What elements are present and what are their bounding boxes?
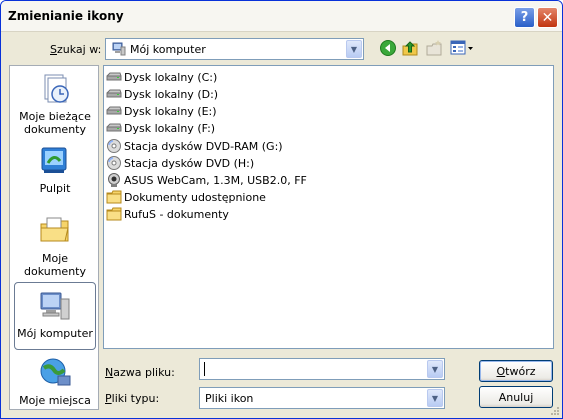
view-menu-icon[interactable]	[450, 39, 474, 57]
filename-label: Nazwa pliku:	[105, 366, 175, 379]
network-places-icon	[40, 358, 71, 386]
desktop-icon	[41, 147, 67, 173]
place-desktop[interactable]: Pulpit	[14, 144, 96, 195]
filename-input[interactable]: ▼	[199, 358, 445, 380]
resize-grip-icon[interactable]	[549, 405, 559, 415]
hard-drive-icon	[106, 88, 124, 100]
file-list-item[interactable]: Dokumenty udostępnione	[106, 189, 266, 205]
recent-documents-icon	[44, 74, 69, 103]
title-bar[interactable]: Zmienianie ikony ? ✕	[1, 1, 562, 32]
filetype-dropdown-button[interactable]: ▼	[427, 389, 443, 407]
filetype-label: Pliki typu:	[105, 392, 160, 405]
place-label: Moje dokumenty	[24, 252, 86, 278]
open-button[interactable]: Otwórz	[479, 360, 553, 382]
filetype-value: Pliki ikon	[205, 392, 254, 405]
back-icon[interactable]	[379, 39, 397, 57]
lookin-combobox[interactable]: Mój komputer ▼	[105, 38, 364, 60]
file-list-item-label: Stacja dysków DVD (H:)	[124, 156, 255, 170]
file-list-item[interactable]: RufuS - dokumenty	[106, 206, 229, 222]
place-label: Moje miejsca	[19, 394, 91, 407]
folder-icon	[106, 207, 124, 221]
file-list-item-label: Dysk lokalny (C:)	[124, 70, 218, 84]
help-icon: ?	[520, 10, 529, 25]
file-list-item[interactable]: Dysk lokalny (E:)	[106, 103, 217, 119]
chevron-down-icon: ▼	[431, 393, 439, 403]
window-title: Zmienianie ikony	[8, 9, 124, 23]
folder-icon	[106, 190, 124, 204]
place-my-documents[interactable]: Moje dokumenty	[14, 214, 96, 278]
my-computer-icon	[40, 292, 70, 320]
my-documents-icon	[40, 217, 69, 242]
place-label: Mój komputer	[17, 327, 93, 340]
text-cursor	[204, 362, 205, 376]
file-list-item-label: ASUS WebCam, 1.3M, USB2.0, FF	[124, 173, 307, 187]
file-list-item-label: Dokumenty udostępnione	[124, 190, 266, 204]
file-list-item-label: RufuS - dokumenty	[124, 207, 229, 221]
filename-dropdown-button[interactable]: ▼	[427, 360, 443, 378]
lookin-value: Mój komputer	[130, 43, 206, 56]
file-list-item-label: Stacja dysków DVD-RAM (G:)	[124, 139, 283, 153]
hard-drive-icon	[106, 71, 124, 83]
place-recent-documents[interactable]: Moje bieżące dokumenty	[14, 72, 96, 136]
file-list-item[interactable]: Stacja dysków DVD-RAM (G:)	[106, 138, 283, 154]
file-list-item[interactable]: Dysk lokalny (F:)	[106, 120, 215, 136]
place-my-computer[interactable]: Mój komputer	[14, 282, 96, 350]
cancel-button[interactable]: Anuluj	[479, 386, 553, 408]
filetype-select[interactable]: Pliki ikon ▼	[199, 387, 445, 409]
hard-drive-icon	[106, 122, 124, 134]
close-icon: ✕	[541, 9, 554, 26]
file-list-item[interactable]: Dysk lokalny (C:)	[106, 69, 217, 85]
place-network[interactable]: Moje miejsca	[14, 356, 96, 407]
up-folder-icon[interactable]	[401, 39, 419, 57]
close-button[interactable]: ✕	[537, 7, 558, 28]
file-list-item-label: Dysk lokalny (E:)	[124, 104, 217, 118]
file-list-item-label: Dysk lokalny (D:)	[124, 87, 219, 101]
new-folder-icon[interactable]	[425, 39, 443, 57]
dialog-window: Zmienianie ikony ? ✕ Szukaj w: Mój kompu…	[0, 0, 563, 419]
places-bar: Moje bieżące dokumenty Pulpit Moje dokum…	[9, 65, 99, 410]
lookin-dropdown-button[interactable]: ▼	[346, 40, 362, 58]
place-label: Moje bieżące dokumenty	[19, 110, 91, 136]
place-label: Pulpit	[39, 182, 71, 195]
help-button[interactable]: ?	[514, 7, 535, 28]
file-list-item[interactable]: Stacja dysków DVD (H:)	[106, 155, 254, 171]
hard-drive-icon	[106, 105, 124, 117]
file-list-item[interactable]: ASUS WebCam, 1.3M, USB2.0, FF	[106, 172, 307, 188]
file-list-item[interactable]: Dysk lokalny (D:)	[106, 86, 218, 102]
file-list-item-label: Dysk lokalny (F:)	[124, 121, 216, 135]
dvd-drive-icon	[106, 138, 124, 154]
chevron-down-icon: ▼	[350, 44, 358, 54]
dvd-drive-icon	[106, 155, 124, 171]
computer-icon	[112, 42, 126, 56]
file-list[interactable]: Dysk lokalny (C:) Dysk lokalny (D:) Dysk l…	[103, 65, 554, 349]
chevron-down-icon: ▼	[431, 364, 439, 374]
webcam-icon	[106, 172, 124, 188]
lookin-label: Szukaj w:	[50, 43, 102, 56]
